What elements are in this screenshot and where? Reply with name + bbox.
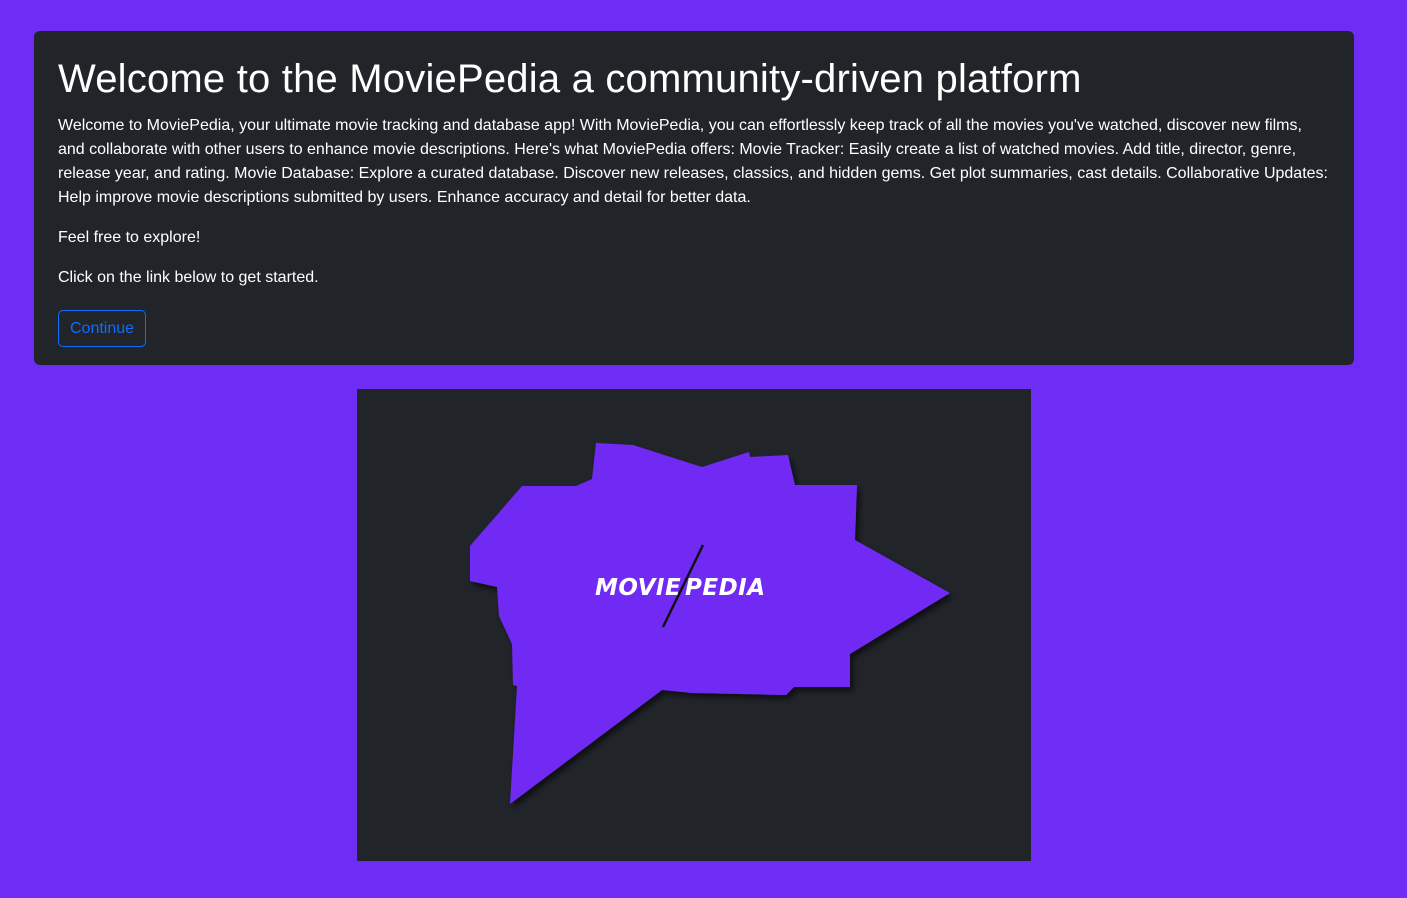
logo-image: MOVIE PEDIA [357, 389, 1031, 861]
continue-button[interactable]: Continue [58, 310, 147, 347]
cta-text: Click on the link below to get started. [58, 269, 319, 286]
explore-text: Feel free to explore! [58, 229, 201, 246]
welcome-card: Welcome to the MoviePedia a community-dr… [34, 31, 1354, 365]
intro-paragraph: Welcome to MoviePedia, your ultimate mov… [58, 117, 1328, 206]
moviepedia-logo: MOVIE PEDIA [470, 443, 950, 804]
page-title: Welcome to the MoviePedia a community-dr… [58, 57, 1082, 101]
speech-burst-shape [470, 443, 950, 804]
logo-word-pedia: PEDIA [685, 575, 766, 601]
logo-word-movie: MOVIE [595, 575, 681, 601]
